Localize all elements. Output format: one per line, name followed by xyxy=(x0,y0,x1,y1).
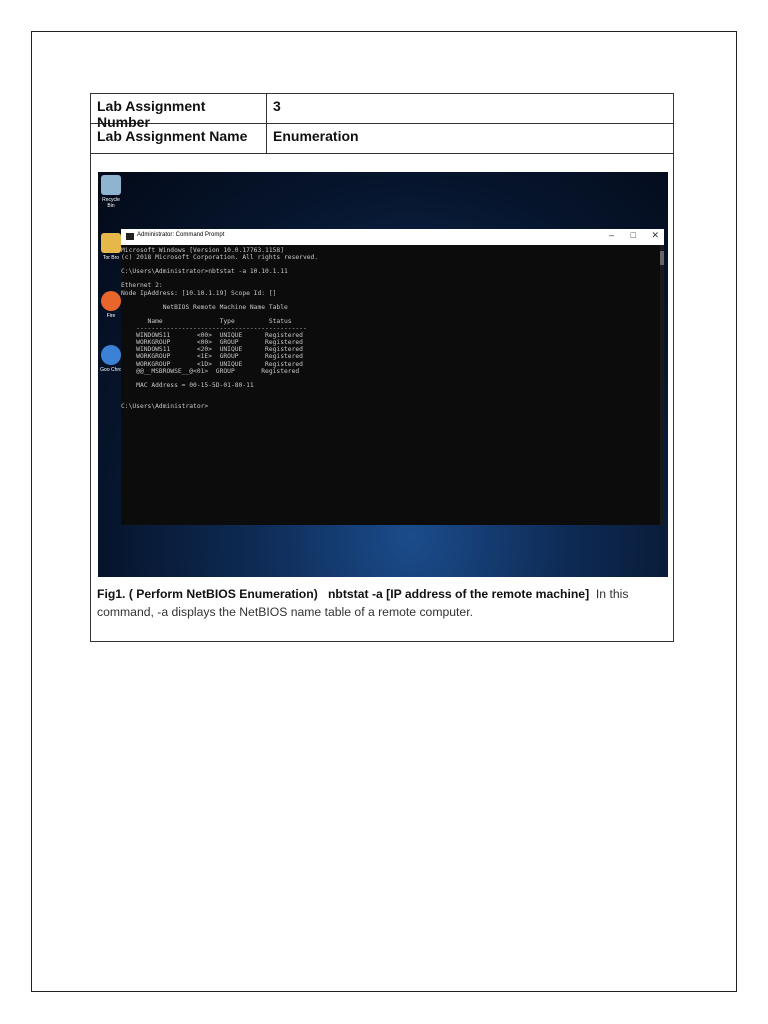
row-label: Lab Assignment Number xyxy=(91,94,267,130)
cmd-line xyxy=(121,311,664,318)
folder-icon xyxy=(101,233,121,253)
embedded-screenshot: Recycle Bin Tor Bro Fire Goo Chro Admini… xyxy=(98,172,668,577)
cmd-output: Microsoft Windows [Version 10.0.17763.11… xyxy=(121,245,664,410)
cmd-icon xyxy=(126,233,134,240)
desktop-icon-label: Recycle Bin xyxy=(102,197,120,209)
cmd-scrollbar xyxy=(660,245,664,525)
cmd-line: Name Type Status xyxy=(121,317,292,325)
table-row: Lab Assignment Name Enumeration xyxy=(91,124,673,154)
cmd-line: Microsoft Windows [Version 10.0.17763.11… xyxy=(121,247,285,254)
figure-caption: Fig1. ( Perform NetBIOS Enumeration) nbt… xyxy=(97,585,669,621)
cmd-titlebar: Administrator: Command Prompt – □ ✕ xyxy=(121,229,664,245)
cmd-line: WINDOWS11 <20> UNIQUE Registered xyxy=(121,346,303,354)
figure-label: Fig1. ( Perform NetBIOS Enumeration) xyxy=(97,587,318,601)
assignment-table: Lab Assignment Number 3 Lab Assignment N… xyxy=(90,93,674,642)
cmd-line: C:\Users\Administrator> xyxy=(121,403,209,411)
cmd-line xyxy=(121,275,664,282)
recycle-bin-icon xyxy=(101,175,121,195)
desktop-icon-chrome: Goo Chro xyxy=(100,345,122,373)
cmd-line xyxy=(121,261,664,268)
desktop-icon-label: Tor Bro xyxy=(102,255,120,261)
minimize-icon: – xyxy=(608,230,614,240)
close-icon: ✕ xyxy=(651,230,659,240)
cmd-line xyxy=(121,375,664,382)
cmd-line: ----------------------------------------… xyxy=(121,325,307,333)
desktop-icon-firefox: Fire xyxy=(100,291,122,319)
cmd-line: Node IpAddress: [10.10.1.19] Scope Id: [… xyxy=(121,289,277,297)
cmd-line: @@__MSBROWSE__@<01> GROUP Registered xyxy=(121,367,300,375)
chrome-icon xyxy=(101,345,121,365)
desktop-icon-tor: Tor Bro xyxy=(100,233,122,261)
cmd-line: (c) 2018 Microsoft Corporation. All righ… xyxy=(121,254,319,262)
firefox-icon xyxy=(101,291,121,311)
cmd-line xyxy=(121,396,664,403)
cmd-line: WORKGROUP <1E> GROUP Registered xyxy=(121,353,303,361)
cmd-line: C:\Users\Administrator>nbtstat -a 10.10.… xyxy=(121,268,288,276)
cmd-line: MAC Address = 00-15-5D-01-80-11 xyxy=(121,381,254,389)
row-label: Lab Assignment Name xyxy=(91,124,267,153)
maximize-icon: □ xyxy=(630,230,636,240)
command-prompt-window: Administrator: Command Prompt – □ ✕ Micr… xyxy=(121,229,664,525)
command-syntax: nbtstat -a [IP address of the remote mac… xyxy=(327,587,590,601)
row-value: Enumeration xyxy=(273,128,359,144)
cmd-title: Administrator: Command Prompt xyxy=(137,232,225,238)
cmd-line xyxy=(121,297,664,304)
cmd-line: NetBIOS Remote Machine Name Table xyxy=(121,303,288,311)
cmd-line: WINDOWS11 <00> UNIQUE Registered xyxy=(121,332,303,340)
desktop-icon-label: Goo Chro xyxy=(100,367,122,373)
cmd-line: WORKGROUP <00> GROUP Registered xyxy=(121,339,303,347)
desktop-icon-recycle-bin: Recycle Bin xyxy=(100,175,122,209)
cmd-line: WORKGROUP <1D> UNIQUE Registered xyxy=(121,360,303,368)
table-row: Lab Assignment Number 3 xyxy=(91,94,673,130)
cmd-line xyxy=(121,389,664,396)
desktop-icon-label: Fire xyxy=(106,313,116,319)
cmd-line: Ethernet 2: xyxy=(121,282,163,290)
